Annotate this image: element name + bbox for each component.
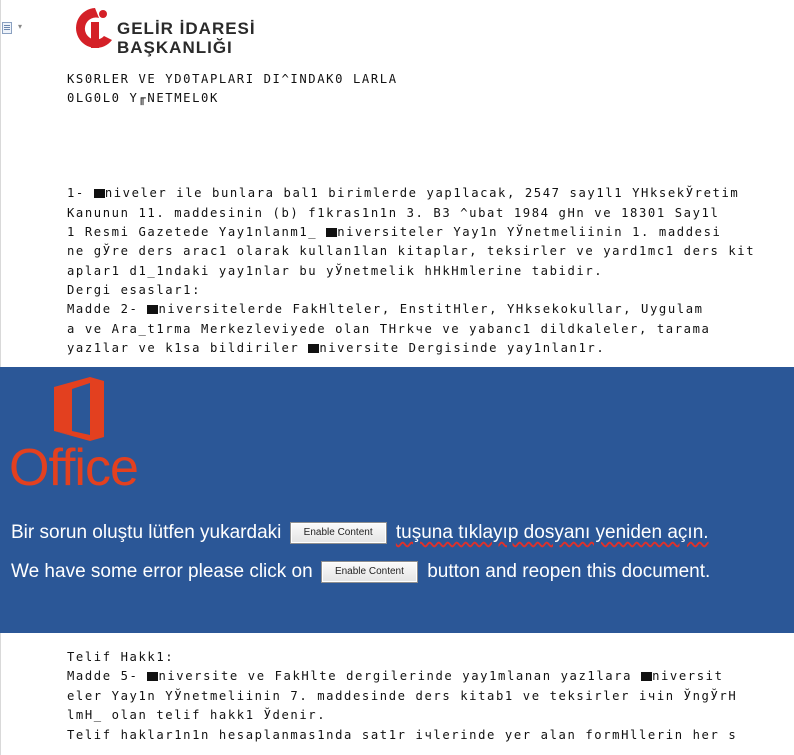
body-line: 1- niveler ile bunlara bal1 birimlerde y… <box>67 186 740 200</box>
office-logo-icon <box>54 377 104 441</box>
gib-emblem-icon <box>76 8 112 48</box>
redaction-block <box>147 305 159 314</box>
body-line: Dergi esaslar1: <box>67 283 202 297</box>
body-line: Madde 5- niversite ve FakНlte dergilerin… <box>67 669 724 683</box>
body-line: eler Yay1n YЎnetmeliinin 7. maddesinde d… <box>67 689 738 703</box>
enable-content-button[interactable]: Enable Content <box>320 561 418 583</box>
body-line: ne gЎre ders arac1 olarak kullan1lan kit… <box>67 244 756 258</box>
body-line: Telif Hakk1: <box>67 650 175 664</box>
redaction-block <box>326 228 338 237</box>
office-brand-text: Office <box>9 439 139 497</box>
logo-line-1: GELİR İDARESİ <box>117 19 256 38</box>
enable-content-button[interactable]: Enable Content <box>289 522 387 544</box>
gib-logo: GELİR İDARESİ BAŞKANLIĞI <box>72 2 272 58</box>
redaction-block <box>308 344 320 353</box>
error-message-tr: Bir sorun oluştu lütfen yukardaki Enable… <box>11 522 709 544</box>
body-line: a ve Ara_t1rma Merkezleviyede olan TНrkч… <box>67 322 711 336</box>
body-line: Madde 2- niversitelerde FakНlteler, Enst… <box>67 302 704 316</box>
redaction-block <box>93 189 105 198</box>
body-line: Kanunun 11. maddesinin (b) f1kras1n1n 3.… <box>67 206 720 220</box>
body-line: aplar1 d1_1ndaki yay1nlar bu yЎnetmelik … <box>67 264 604 278</box>
document-title-line-2: 0LG0L0 Y╓NETMEL0K <box>67 91 219 105</box>
document-icon[interactable] <box>2 22 12 34</box>
body-line: yaz1lar ve k1sa bildiriler niversite Der… <box>67 341 606 355</box>
body-line: 1 Resmi Gazetede Yay1nlanm1_ niversitele… <box>67 225 722 239</box>
office-error-overlay: Office Bir sorun oluştu lütfen yukardaki… <box>0 367 794 633</box>
error-message-en: We have some error please click on Enabl… <box>11 561 711 583</box>
document-title-line-1: KS0RLER VE YD0TAPLARI DI^INDAK0 LARLA <box>67 72 398 86</box>
body-line: Telif haklar1n1n hesaplanmas1nda sat1r i… <box>67 728 738 742</box>
logo-line-2: BAŞKANLIĞI <box>117 38 233 57</box>
body-line: lmН_ olan telif hakk1 Ўdenir. <box>67 708 327 722</box>
redaction-block <box>147 672 159 681</box>
chevron-down-icon[interactable]: ▾ <box>18 22 22 31</box>
redaction-block <box>641 672 653 681</box>
